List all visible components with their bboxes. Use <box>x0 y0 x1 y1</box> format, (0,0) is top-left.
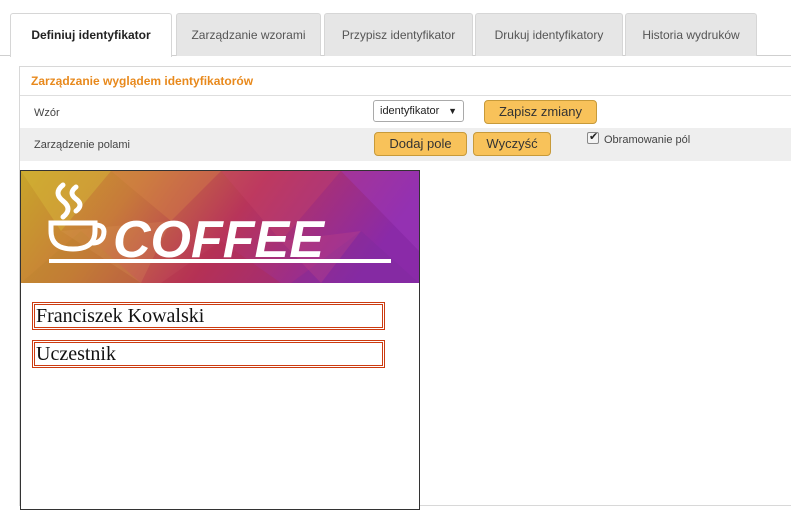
tab-assign-badge[interactable]: Przypisz identyfikator <box>324 13 473 56</box>
fields-label: Zarządzenie polami <box>34 139 130 151</box>
coffee-banner-graphic: COFFEE <box>21 171 419 283</box>
badge-field-name[interactable]: Franciszek Kowalski <box>32 302 385 330</box>
tab-bar: Definiuj identyfikator Zarządzanie wzora… <box>0 0 791 57</box>
tab-print-history[interactable]: Historia wydruków <box>625 13 757 56</box>
dropdown-arrow-icon: ▼ <box>448 106 457 116</box>
panel-title: Zarządzanie wyglądem identyfikatorów <box>31 74 254 88</box>
fields-row: Zarządzenie polami Dodaj pole Wyczyść ✔ … <box>20 128 791 161</box>
tab-print-badges[interactable]: Drukuj identyfikatory <box>475 13 623 56</box>
badge-preview: COFFEE Franciszek Kowalski Uczestnik <box>20 170 420 510</box>
coffee-banner-image: COFFEE <box>21 171 419 283</box>
template-label: Wzór <box>34 107 60 119</box>
template-row: Wzór identyfikator ▼ Zapisz zmiany <box>20 96 791 127</box>
clear-button[interactable]: Wyczyść <box>473 132 551 156</box>
field-border-checkbox[interactable]: ✔ <box>587 131 599 144</box>
template-select-value: identyfikator <box>380 105 440 117</box>
tab-manage-templates[interactable]: Zarządzanie wzorami <box>176 13 321 56</box>
badge-field-role[interactable]: Uczestnik <box>32 340 385 368</box>
checkmark-icon: ✔ <box>589 131 599 143</box>
add-field-button[interactable]: Dodaj pole <box>374 132 467 156</box>
template-select[interactable]: identyfikator ▼ <box>373 100 464 122</box>
tab-define-badge[interactable]: Definiuj identyfikator <box>10 13 172 57</box>
field-border-label: Obramowanie pól <box>604 134 691 146</box>
save-changes-button[interactable]: Zapisz zmiany <box>484 100 597 124</box>
